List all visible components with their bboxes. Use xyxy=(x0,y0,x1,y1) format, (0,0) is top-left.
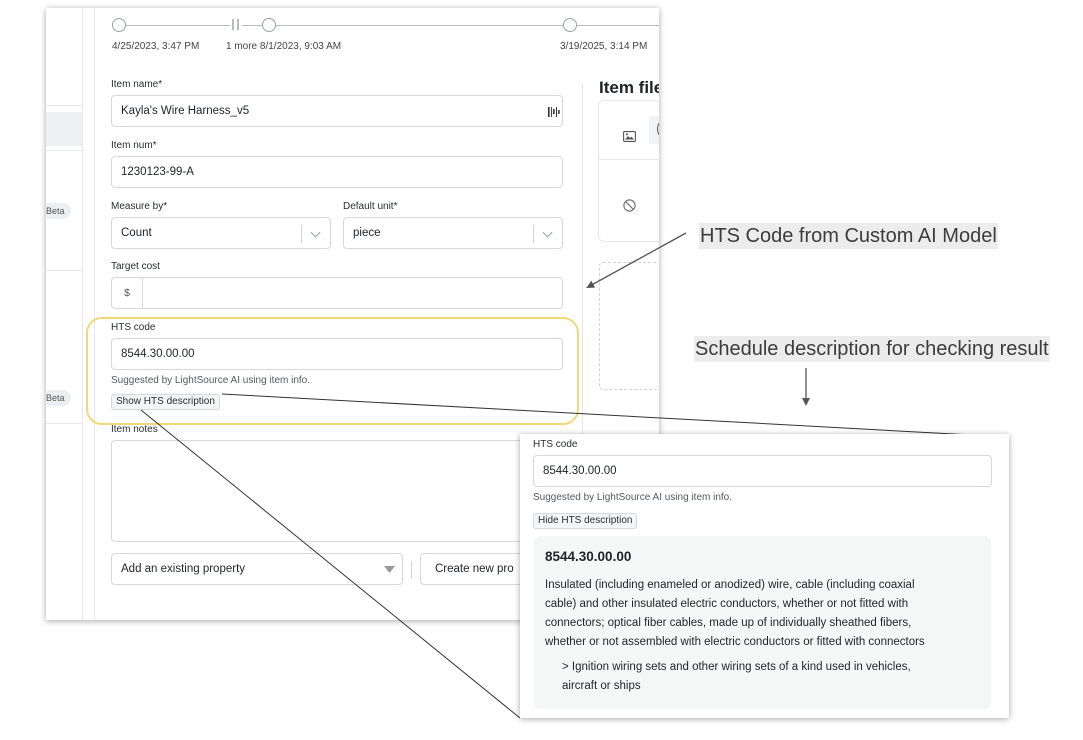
hts-description-line: Insulated (including enameled or anodize… xyxy=(545,579,915,591)
hts-description-inset: HTS code 8544.30.00.00 Suggested by Ligh… xyxy=(520,434,1009,718)
hts-code-label: HTS code xyxy=(533,439,578,450)
annotation-hts-model: HTS Code from Custom AI Model xyxy=(699,223,998,249)
hts-description-code: 8544.30.00.00 xyxy=(545,549,632,564)
arrow-icon xyxy=(586,232,687,288)
hts-code-input[interactable]: 8544.30.00.00 xyxy=(533,455,992,487)
hts-subheading-line: aircraft or ships xyxy=(562,680,641,692)
zoom-connector-line xyxy=(140,409,521,719)
hts-description-line: whether or not assembled with electric c… xyxy=(545,636,925,648)
hts-hint: Suggested by LightSource AI using item i… xyxy=(533,492,733,503)
zoom-connector-line xyxy=(221,393,1010,438)
hts-description-line: cable) and other insulated electric cond… xyxy=(545,598,909,610)
hide-hts-description-button[interactable]: Hide HTS description xyxy=(533,513,638,529)
annotation-schedule-description: Schedule description for checking result xyxy=(694,336,1050,362)
hts-description-line: connectors; optical fiber cables, made u… xyxy=(545,617,912,629)
hts-description-panel: 8544.30.00.00 Insulated (including ename… xyxy=(534,536,991,709)
hts-code-value: 8544.30.00.00 xyxy=(543,465,617,477)
hts-subheading-line: > Ignition wiring sets and other wiring … xyxy=(562,661,911,673)
